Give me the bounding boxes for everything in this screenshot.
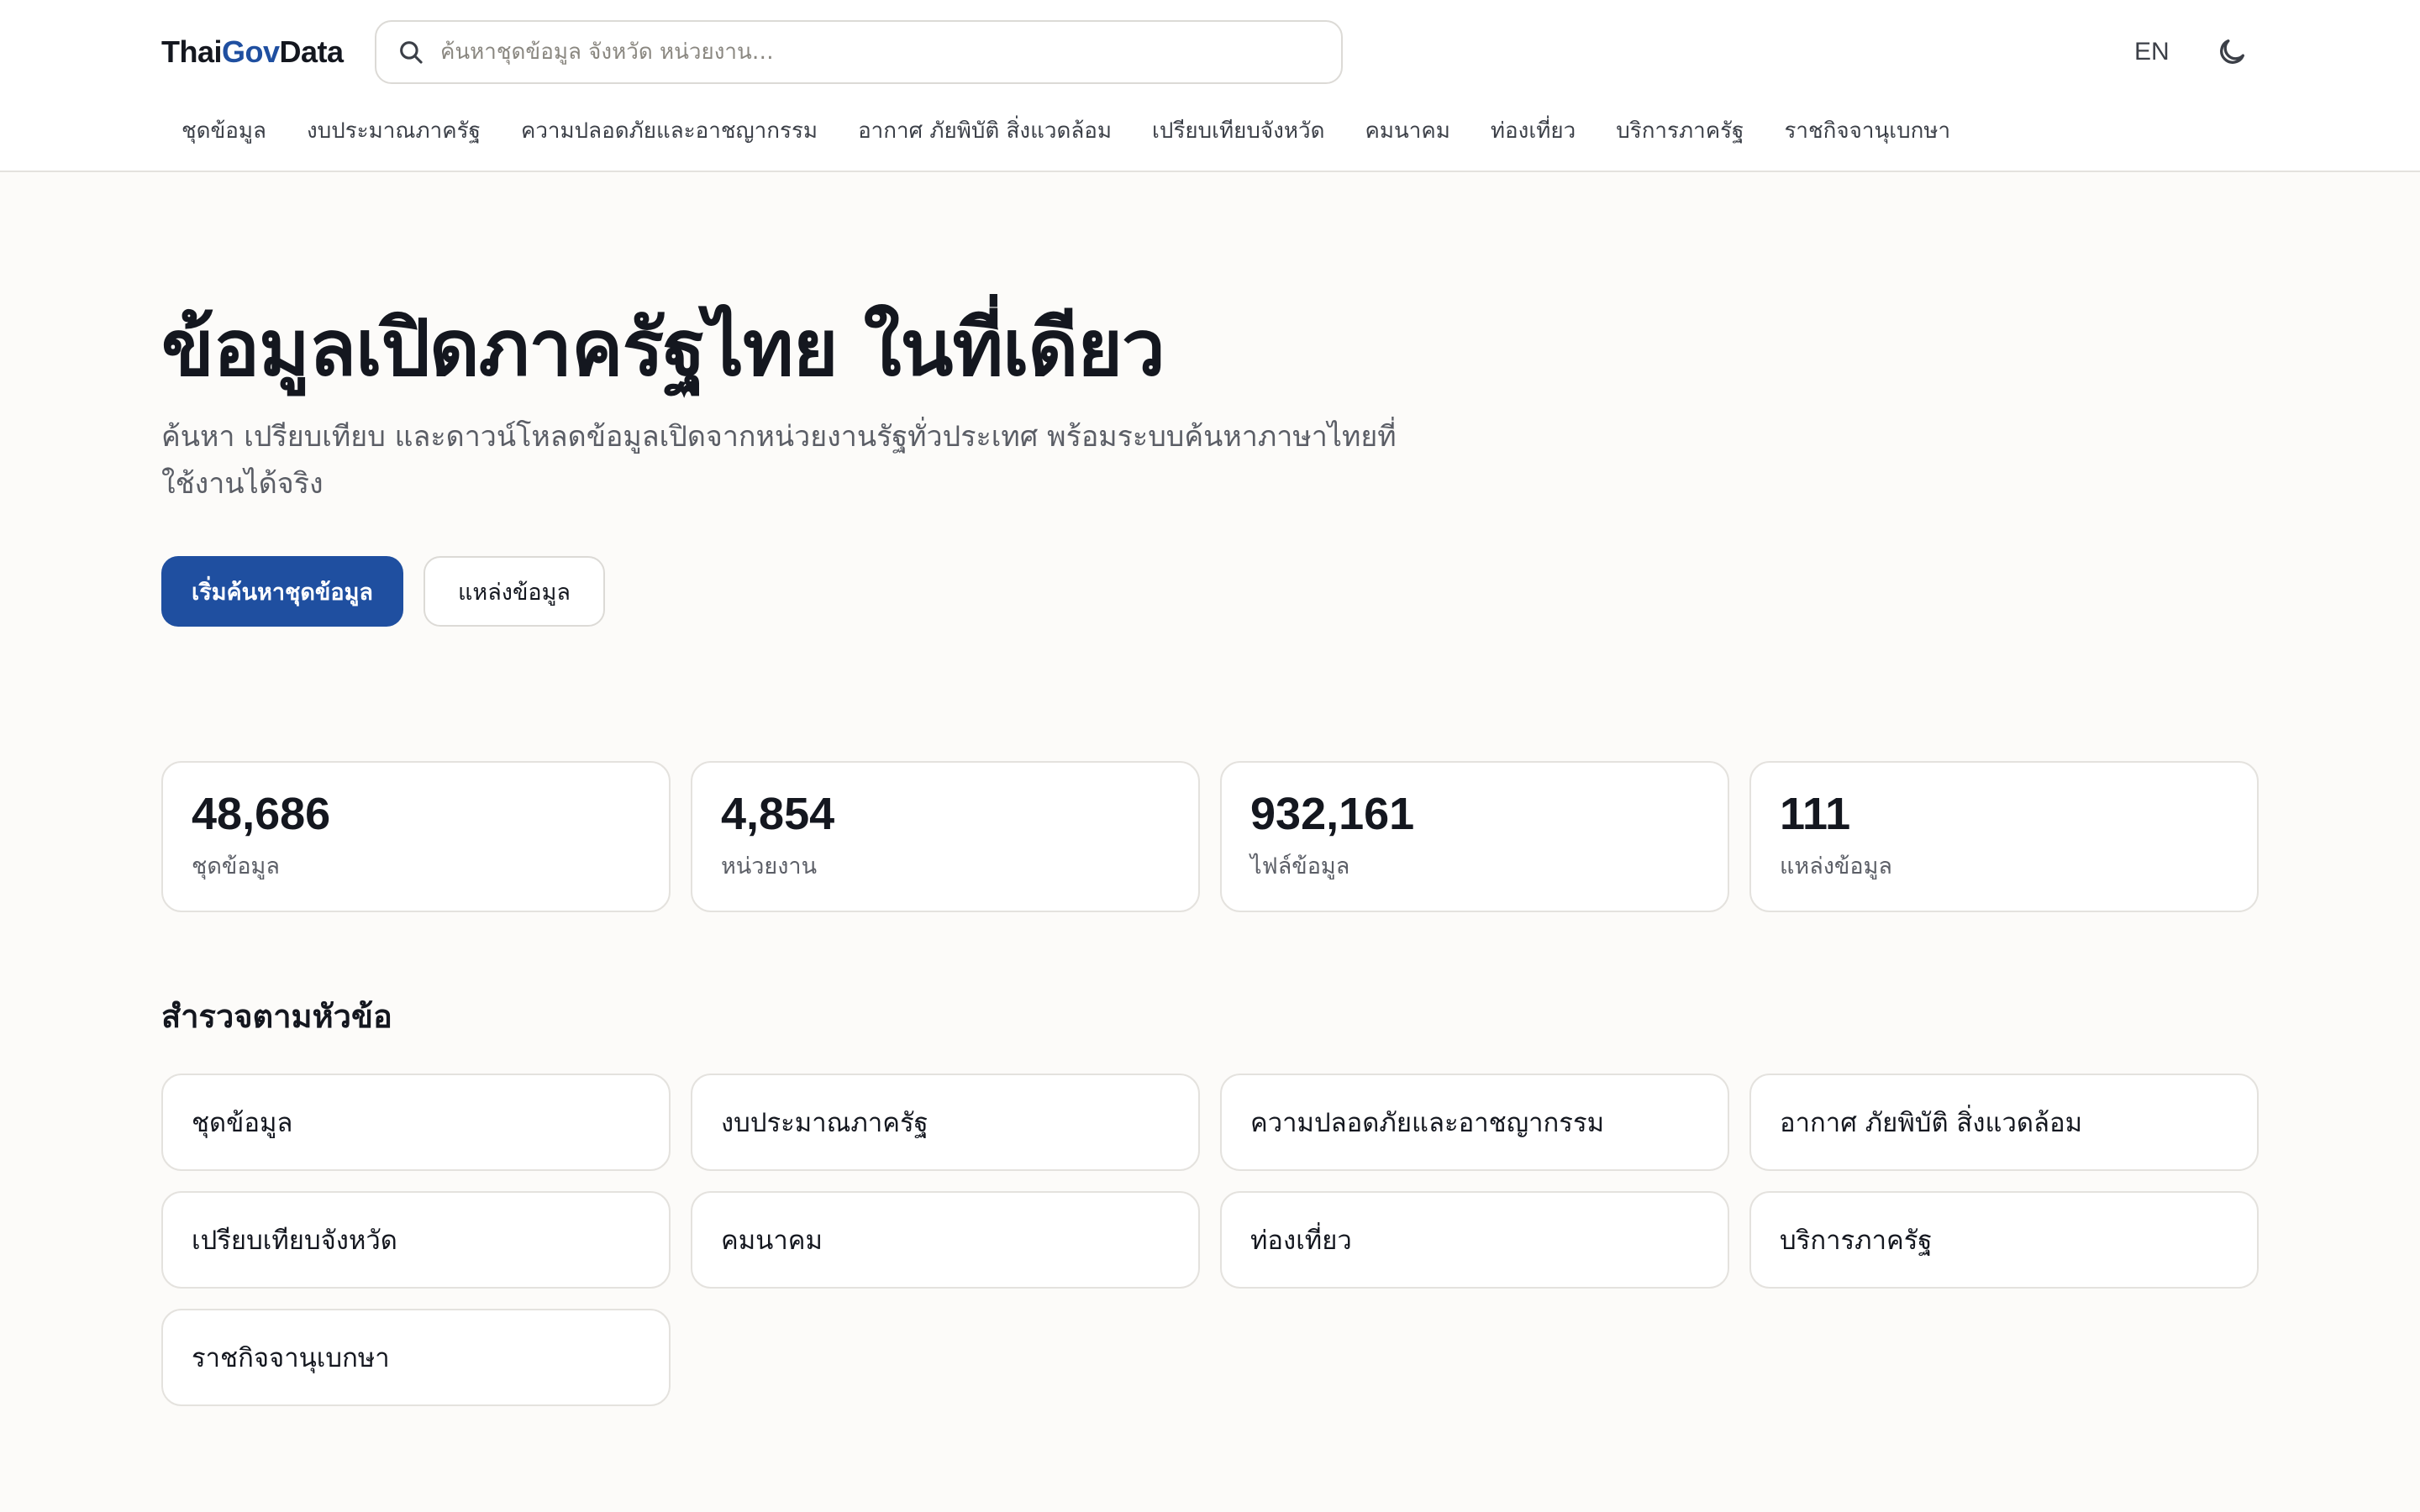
stat-label: ไฟล์ข้อมูล — [1250, 853, 1350, 879]
nav-item-datasets[interactable]: ชุดข้อมูล — [161, 111, 287, 151]
search-input[interactable] — [440, 39, 1341, 65]
stat-value: 4,854 — [721, 789, 835, 839]
topic-card-datasets[interactable]: ชุดข้อมูล — [161, 1074, 671, 1171]
stat-card-datasets: 48,686 ชุดข้อมูล — [161, 761, 671, 912]
nav-item-weather-disaster-environment[interactable]: อากาศ ภัยพิบัติ สิ่งแวดล้อม — [838, 111, 1132, 151]
stat-card-sources: 111 แหล่งข้อมูล — [1749, 761, 2259, 912]
topic-card-transport[interactable]: คมนาคม — [691, 1191, 1200, 1289]
stat-label: หน่วยงาน — [721, 853, 818, 879]
stat-label: แหล่งข้อมูล — [1780, 853, 1892, 879]
search-icon — [400, 41, 423, 64]
topic-card-public-services[interactable]: บริการภาครัฐ — [1749, 1191, 2259, 1289]
logo-part-data: Data — [279, 34, 345, 69]
topics-grid: ชุดข้อมูล งบประมาณภาครัฐ ความปลอดภัยและอ… — [161, 1074, 2259, 1406]
stat-value: 48,686 — [192, 789, 331, 839]
nav-item-royal-gazette[interactable]: ราชกิจจานุเบกษา — [1764, 111, 1970, 151]
site-logo[interactable]: ThaiGovData — [161, 32, 344, 72]
topic-card-compare-provinces[interactable]: เปรียบเทียบจังหวัด — [161, 1191, 671, 1289]
stat-card-files: 932,161 ไฟล์ข้อมูล — [1220, 761, 1729, 912]
logo-part-thai: Thai — [161, 34, 223, 69]
nav-item-budget[interactable]: งบประมาณภาครัฐ — [287, 111, 501, 151]
search-box[interactable] — [375, 20, 1343, 84]
nav-item-compare-provinces[interactable]: เปรียบเทียบจังหวัด — [1132, 111, 1344, 151]
topic-card-weather-disaster-environment[interactable]: อากาศ ภัยพิบัติ สิ่งแวดล้อม — [1749, 1074, 2259, 1171]
logo-part-gov: Gov — [222, 34, 280, 69]
nav-item-public-services[interactable]: บริการภาครัฐ — [1596, 111, 1764, 151]
topic-card-budget[interactable]: งบประมาณภาครัฐ — [691, 1074, 1200, 1171]
stats-grid: 48,686 ชุดข้อมูล 4,854 หน่วยงาน 932,161 … — [161, 761, 2259, 912]
nav-item-transport[interactable]: คมนาคม — [1344, 111, 1470, 151]
data-sources-button[interactable]: แหล่งข้อมูล — [424, 556, 605, 627]
moon-icon[interactable] — [2215, 35, 2249, 69]
stat-label: ชุดข้อมูล — [192, 853, 280, 879]
stat-value: 111 — [1780, 789, 1851, 839]
language-toggle[interactable]: EN — [2134, 34, 2170, 71]
topics-section-title: สำรวจตามหัวข้อ — [161, 998, 392, 1035]
hero-title: ข้อมูลเปิดภาครัฐไทย ในที่เดียว — [161, 303, 1165, 393]
stat-card-agencies: 4,854 หน่วยงาน — [691, 761, 1200, 912]
stat-value: 932,161 — [1250, 789, 1415, 839]
main-nav: ชุดข้อมูล งบประมาณภาครัฐ ความปลอดภัยและอ… — [161, 111, 1970, 151]
topic-card-safety-crime[interactable]: ความปลอดภัยและอาชญากรรม — [1220, 1074, 1729, 1171]
topic-card-tourism[interactable]: ท่องเที่ยว — [1220, 1191, 1729, 1289]
nav-item-safety-crime[interactable]: ความปลอดภัยและอาชญากรรม — [501, 111, 838, 151]
hero-subtitle: ค้นหา เปรียบเทียบ และดาวน์โหลดข้อมูลเปิด… — [161, 420, 1397, 501]
nav-item-tourism[interactable]: ท่องเที่ยว — [1470, 111, 1596, 151]
topic-card-royal-gazette[interactable]: ราชกิจจานุเบกษา — [161, 1309, 671, 1406]
start-search-button[interactable]: เริ่มค้นหาชุดข้อมูล — [161, 556, 403, 627]
site-header: ThaiGovData EN ชุดข้อมูล งบประมาณภาครัฐ … — [0, 0, 2420, 172]
